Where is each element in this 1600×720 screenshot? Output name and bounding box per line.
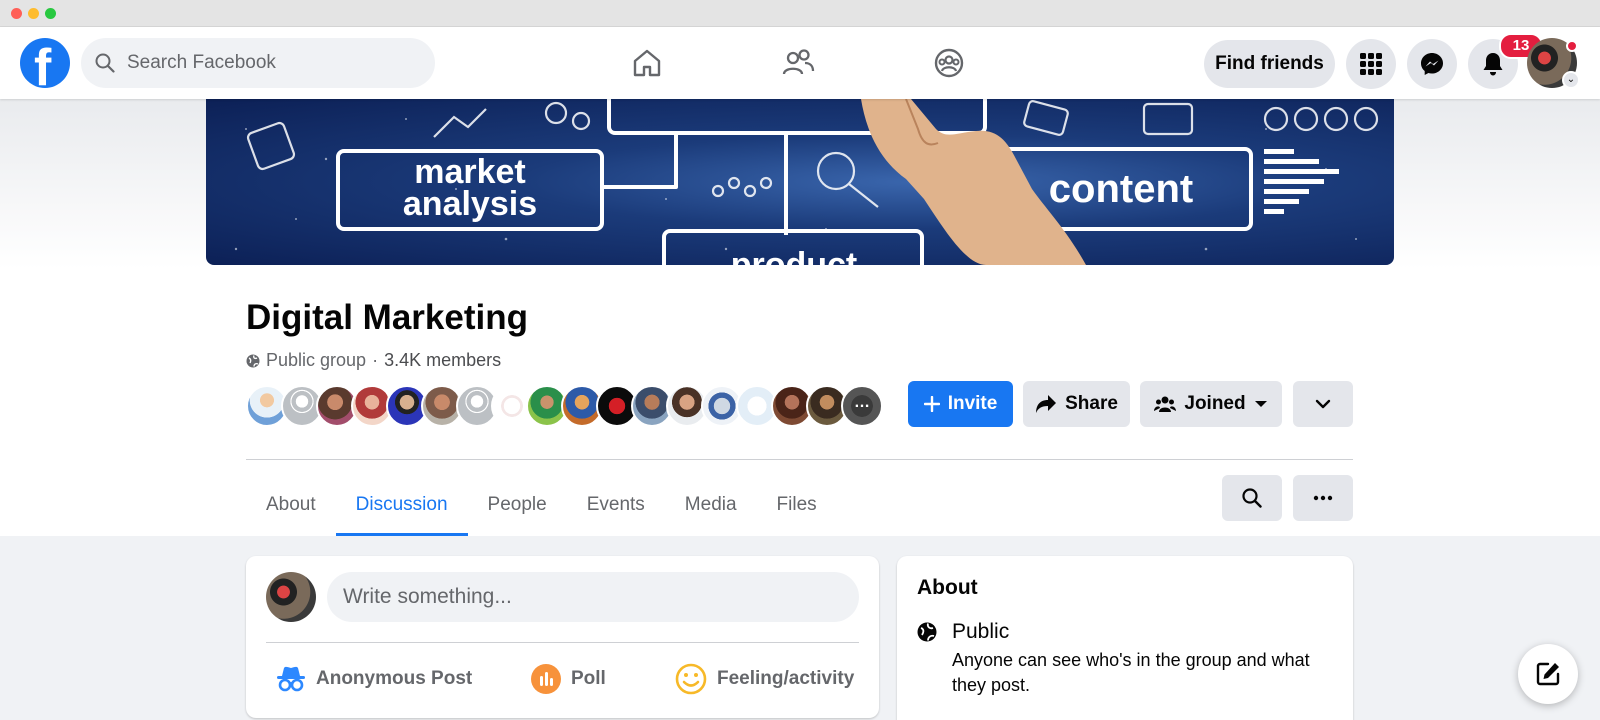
tab-files[interactable]: Files	[757, 475, 837, 535]
find-friends-button[interactable]: Find friends	[1204, 40, 1335, 88]
about-card: About Public Anyone can see who's in the…	[897, 556, 1353, 720]
nav-home[interactable]	[619, 41, 675, 85]
anonymous-post-label: Anonymous Post	[316, 668, 473, 689]
write-something-input[interactable]	[327, 572, 859, 622]
group-meta: Public group · 3.4K members	[246, 350, 501, 371]
ellipsis-icon	[1313, 495, 1333, 501]
plus-icon	[923, 396, 940, 412]
status-dot	[1566, 40, 1578, 52]
home-icon	[633, 49, 661, 77]
more-members-icon[interactable]: …	[841, 385, 883, 427]
facebook-logo[interactable]: f	[20, 38, 70, 88]
messenger-icon	[1421, 53, 1443, 75]
messenger-button[interactable]	[1407, 39, 1457, 89]
incognito-icon	[277, 666, 305, 692]
window-titlebar	[0, 0, 1600, 27]
header-divider	[246, 459, 1353, 460]
top-navigation-bar: f Find friends 13 ⌄	[0, 27, 1600, 99]
group-cover-photo[interactable]: market analysis content product	[206, 99, 1394, 265]
search-input[interactable]	[127, 52, 407, 74]
invite-label: Invite	[947, 393, 998, 414]
new-message-button[interactable]	[1518, 644, 1578, 704]
close-window-button[interactable]	[11, 8, 22, 19]
composer-divider	[266, 642, 859, 643]
menu-grid-icon	[1360, 53, 1382, 75]
share-label: Share	[1065, 393, 1118, 414]
group-search-button[interactable]	[1222, 475, 1282, 521]
smiley-icon	[675, 663, 707, 695]
more-options-dropdown[interactable]	[1293, 381, 1353, 427]
poll-icon	[531, 664, 561, 694]
meta-separator: ·	[372, 350, 379, 370]
about-privacy-description: Anyone can see who's in the group and wh…	[952, 650, 1310, 695]
anonymous-post-button[interactable]: Anonymous Post	[276, 656, 472, 702]
share-button[interactable]: Share	[1023, 381, 1130, 427]
maximize-window-button[interactable]	[45, 8, 56, 19]
search-box[interactable]	[81, 38, 435, 88]
chevron-down-icon[interactable]: ⌄	[1562, 71, 1580, 89]
group-name[interactable]: Digital Marketing	[246, 298, 528, 338]
about-card-title: About	[917, 576, 978, 599]
globe-icon	[917, 622, 937, 642]
member-avatars[interactable]: …	[246, 385, 886, 429]
nav-groups[interactable]	[921, 41, 977, 85]
tab-people[interactable]: People	[468, 475, 567, 535]
member-count[interactable]: 3.4K members	[384, 350, 501, 371]
poll-label: Poll	[571, 668, 606, 689]
avatar[interactable]	[266, 572, 316, 622]
share-arrow-icon	[1036, 395, 1057, 413]
cover-word-content: content	[1049, 167, 1193, 211]
chevron-down-icon	[1315, 399, 1331, 409]
poll-button[interactable]: Poll	[531, 656, 606, 702]
cover-word-analysis: analysis	[403, 185, 537, 223]
joined-button[interactable]: Joined	[1140, 381, 1282, 427]
menu-button[interactable]	[1346, 39, 1396, 89]
feeling-activity-button[interactable]: Feeling/activity	[675, 656, 854, 702]
invite-button[interactable]: Invite	[908, 381, 1013, 427]
joined-label: Joined	[1184, 393, 1246, 414]
group-tabs: About Discussion People Events Media Fil…	[246, 475, 837, 536]
cover-word-product: product	[731, 246, 858, 265]
compose-icon	[1536, 662, 1560, 686]
cover-illustration: market analysis content product	[234, 99, 1379, 265]
account-avatar[interactable]: ⌄	[1527, 38, 1580, 89]
globe-icon	[246, 354, 260, 367]
people-icon	[1154, 396, 1177, 412]
about-privacy-title: Public	[952, 620, 1010, 643]
tab-events[interactable]: Events	[567, 475, 665, 535]
minimize-window-button[interactable]	[28, 8, 39, 19]
feeling-activity-label: Feeling/activity	[717, 668, 855, 689]
search-icon	[95, 53, 115, 73]
search-icon	[1242, 488, 1262, 508]
caret-down-icon	[1254, 401, 1267, 407]
post-composer: Anonymous Post Poll Feeling/activity	[246, 556, 879, 718]
groups-icon	[934, 48, 964, 78]
nav-friends[interactable]	[770, 41, 826, 85]
tab-about[interactable]: About	[246, 475, 336, 535]
group-privacy[interactable]: Public group	[266, 350, 366, 371]
tab-discussion[interactable]: Discussion	[335, 475, 468, 536]
tab-media[interactable]: Media	[665, 475, 757, 535]
group-more-button[interactable]	[1293, 475, 1353, 521]
friends-icon	[782, 49, 815, 75]
